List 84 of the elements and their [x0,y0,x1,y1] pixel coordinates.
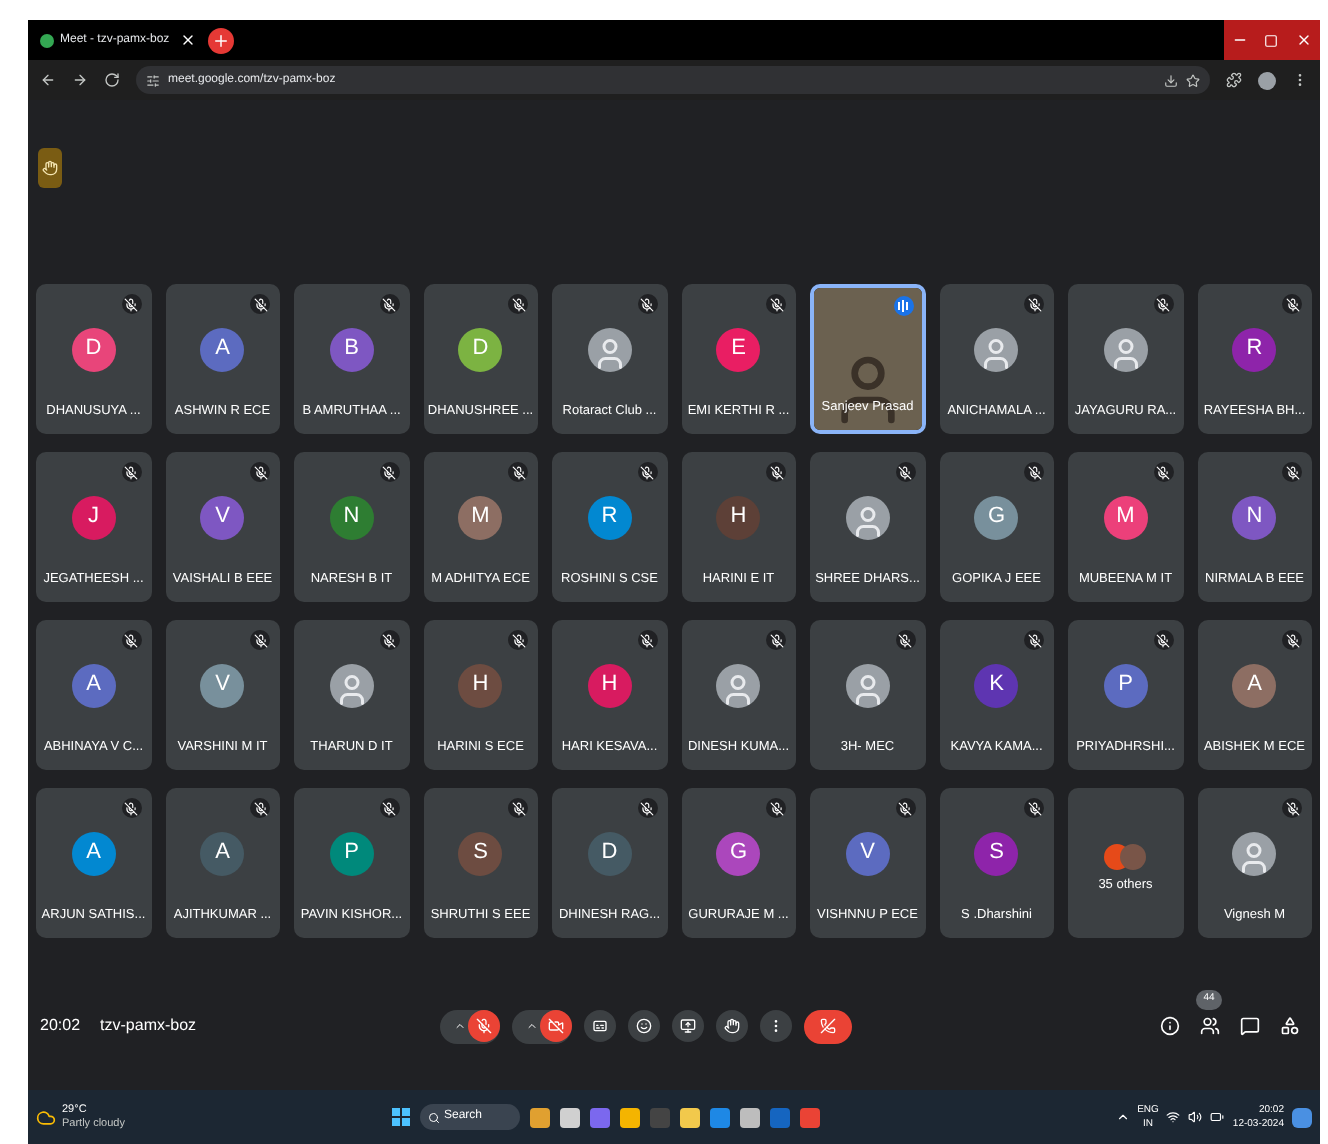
microphone-button[interactable] [468,1010,500,1042]
avatar: D [458,327,503,372]
avatar: V [845,831,890,876]
hand-raise-icon[interactable] [38,148,62,188]
avatar: H [716,495,761,540]
camera-button[interactable] [540,1010,572,1042]
new-tab-button[interactable] [208,27,234,53]
meeting-code: tzv-pamx-boz [100,1014,197,1038]
meeting-time: 20:02 [40,1014,81,1038]
avatar: B [329,327,374,372]
profile-icon[interactable] [1258,71,1276,89]
avatar: V [200,495,245,540]
avatar-silhouette [1103,327,1148,372]
more-options-button[interactable] [760,1010,792,1042]
avatar: M [458,495,503,540]
avatar: N [1232,495,1277,540]
maximize-icon[interactable] [1264,33,1279,47]
avatar: H [458,663,503,708]
avatar-silhouette [974,327,1019,372]
battery-icon[interactable] [1210,1110,1225,1124]
back-icon[interactable] [40,72,56,88]
copilot-icon[interactable] [1292,1107,1312,1127]
avatar: A [200,831,245,876]
captions-button[interactable] [584,1010,616,1042]
avatar-silhouette [329,663,374,708]
camera-off-icon [548,1018,564,1034]
caret-icon[interactable] [526,1020,538,1032]
reload-icon[interactable] [104,72,120,88]
avatar: P [329,831,374,876]
caret-icon[interactable] [454,1020,466,1032]
start-icon[interactable] [392,1108,410,1126]
present-button[interactable] [672,1010,704,1042]
avatar-silhouette [845,495,890,540]
bookmark-icon[interactable] [1186,73,1200,87]
avatar: K [974,663,1019,708]
close-icon[interactable] [1295,32,1312,48]
avatar: N [329,495,374,540]
chat-icon[interactable] [1240,1016,1260,1036]
avatar: D [71,327,116,372]
avatar: A [71,663,116,708]
avatar: A [71,831,116,876]
avatar-group [1104,843,1147,870]
avatar: A [1232,663,1277,708]
avatar-silhouette [1232,831,1277,876]
smiley-icon [636,1018,652,1034]
search-icon [428,1111,440,1123]
close-icon[interactable] [180,32,196,48]
avatar: V [200,663,245,708]
avatar: M [1103,495,1148,540]
present-screen-icon [680,1018,696,1034]
forward-icon[interactable] [72,72,88,88]
plus-icon [212,31,230,49]
avatar: R [587,495,632,540]
avatar: G [716,831,761,876]
tray-overflow-icon[interactable] [1115,1110,1130,1124]
avatar: R [1232,327,1277,372]
avatar: D [587,831,632,876]
extensions-icon[interactable] [1226,72,1242,88]
raise-hand-button[interactable] [716,1010,748,1042]
leave-call-button[interactable] [804,1009,852,1043]
avatar-silhouette [845,663,890,708]
activities-icon[interactable] [1280,1016,1300,1036]
hand-icon [724,1018,740,1034]
volume-icon[interactable] [1188,1110,1203,1124]
avatar: S [458,831,503,876]
site-settings-icon[interactable] [146,73,160,87]
avatar: A [200,327,245,372]
people-icon[interactable] [1200,1016,1220,1036]
mic-off-icon [476,1018,492,1034]
phone-icon [820,1018,836,1034]
avatar: J [71,495,116,540]
wifi-icon[interactable] [1166,1110,1181,1124]
avatar-silhouette [587,327,632,372]
avatar-silhouette [716,663,761,708]
avatar: G [974,495,1019,540]
avatar: S [974,831,1019,876]
emoji-button[interactable] [628,1010,660,1042]
captions-icon [592,1018,608,1034]
download-icon[interactable] [1164,73,1178,87]
info-icon[interactable] [1160,1016,1180,1036]
avatar: P [1103,663,1148,708]
weather-icon [36,1107,56,1127]
avatar: E [716,327,761,372]
avatar: H [587,663,632,708]
